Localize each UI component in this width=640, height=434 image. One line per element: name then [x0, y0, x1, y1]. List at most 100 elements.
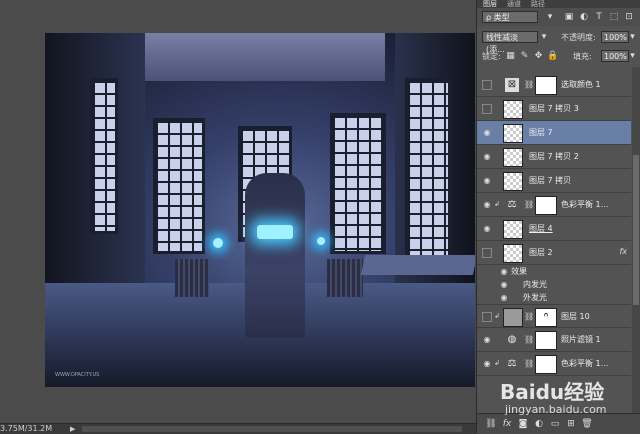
link-icon: ⛓ — [524, 359, 535, 368]
visibility-toggle[interactable] — [482, 312, 492, 322]
layer-mask-thumbnail[interactable] — [535, 331, 557, 350]
layer-row[interactable]: ⊠ ⛓ 选取颜色 1 — [477, 73, 631, 97]
window-far-left — [90, 78, 118, 234]
layer-row-selected[interactable]: ◉ 图层 7 — [477, 121, 631, 145]
layer-row[interactable]: ↲ ⛓ ᐢ 图层 10 — [477, 304, 631, 328]
layer-thumbnail[interactable] — [503, 124, 523, 143]
layer-thumbnail[interactable] — [503, 148, 523, 167]
lock-transparent-icon[interactable]: ▦ — [505, 51, 516, 62]
layer-name[interactable]: 图层 7 拷贝 2 — [529, 151, 579, 162]
curve-mask-thumbnail[interactable]: ᐢ — [535, 308, 557, 327]
layer-name[interactable]: 照片滤镜 1 — [561, 334, 601, 345]
status-bar: 3.75M/31.2M ▶ — [0, 423, 476, 434]
photo-filter-icon: ◍ — [507, 334, 517, 345]
layer-thumbnail[interactable] — [503, 100, 523, 119]
layer-name[interactable]: 图层 7 拷贝 — [529, 175, 571, 186]
layer-thumbnail[interactable] — [503, 308, 523, 327]
blend-mode-select[interactable]: 线性减淡 (添... — [482, 31, 538, 54]
lock-row: 锁定: ▦ ✎ ✥ 🔒 填充: 100% ▾ — [477, 47, 640, 65]
effect-item[interactable]: ◉ 外发光 — [477, 291, 631, 304]
layer-thumbnail[interactable] — [503, 244, 523, 263]
chevron-down-icon[interactable]: ▾ — [544, 11, 556, 23]
add-style-icon[interactable]: fx — [501, 418, 513, 430]
fill-input[interactable]: 100% — [601, 50, 629, 62]
visibility-toggle[interactable] — [482, 80, 492, 90]
chevron-down-icon[interactable]: ▾ — [538, 31, 550, 43]
layer-name[interactable]: 色彩平衡 1... — [561, 199, 608, 210]
smart-object-filter-icon[interactable]: ⊡ — [623, 11, 635, 23]
eye-icon[interactable]: ◉ — [482, 152, 492, 162]
layer-row[interactable]: 图层 7 拷贝 3 — [477, 97, 631, 121]
layers-scrollbar[interactable] — [632, 67, 640, 413]
layer-name[interactable]: 选取颜色 1 — [561, 79, 601, 90]
layer-row[interactable]: ◉ ↲ ⚖ ⛓ 色彩平衡 1... — [477, 352, 631, 376]
shape-filter-icon[interactable]: ⬚ — [608, 11, 620, 23]
eye-icon[interactable]: ◉ — [482, 176, 492, 186]
new-group-icon[interactable]: ▭ — [549, 418, 561, 430]
layer-name[interactable]: 图层 7 拷贝 3 — [529, 103, 579, 114]
left-hand-glow — [213, 238, 223, 248]
eye-icon[interactable]: ◉ — [482, 359, 492, 369]
layer-mask-thumbnail[interactable] — [535, 355, 557, 374]
artwork-image[interactable]: WWW.OPACITY.US — [45, 33, 475, 387]
effect-name: 外发光 — [523, 293, 547, 302]
pixel-filter-icon[interactable]: ▣ — [563, 11, 575, 23]
layer-name[interactable]: 图层 7 — [529, 127, 553, 138]
layer-row[interactable]: ◉ 图层 7 拷贝 — [477, 169, 631, 193]
layer-thumbnail[interactable] — [503, 172, 523, 191]
effects-group[interactable]: ◉ 效果 — [477, 265, 631, 278]
visibility-toggle[interactable] — [482, 248, 492, 258]
lock-all-icon[interactable]: 🔒 — [547, 51, 558, 62]
lock-move-icon[interactable]: ✥ — [533, 51, 544, 62]
link-icon: ⛓ — [524, 312, 535, 321]
link-layers-icon[interactable]: ⛓ — [485, 418, 497, 430]
hooded-figure — [245, 173, 305, 338]
effects-label: 效果 — [511, 267, 527, 276]
horizontal-scrollbar[interactable] — [82, 426, 462, 432]
window-left — [153, 118, 205, 254]
layer-name[interactable]: 图层 2 — [529, 247, 553, 258]
eye-icon[interactable]: ◉ — [499, 267, 509, 277]
fx-icon[interactable]: fx — [619, 247, 627, 256]
new-layer-icon[interactable]: ⊞ — [565, 418, 577, 430]
eye-icon[interactable]: ◉ — [482, 335, 492, 345]
effect-item[interactable]: ◉ 内发光 — [477, 278, 631, 291]
adjustment-filter-icon[interactable]: ◐ — [578, 11, 590, 23]
effect-name: 内发光 — [523, 280, 547, 289]
filter-row: ρ 类型 ▾ ▣ ◐ T ⬚ ⊡ — [477, 8, 640, 26]
layer-name[interactable]: 色彩平衡 1... — [561, 358, 608, 369]
link-icon: ⛓ — [524, 335, 535, 344]
visibility-toggle[interactable] — [482, 104, 492, 114]
layer-mask-thumbnail[interactable] — [535, 196, 557, 215]
clipping-arrow-icon: ↲ — [494, 359, 500, 367]
scrollbar-thumb[interactable] — [633, 155, 639, 305]
link-icon: ⛓ — [524, 200, 535, 209]
layer-row[interactable]: ◉ 图层 4 — [477, 217, 631, 241]
chevron-down-icon[interactable]: ▾ — [628, 31, 637, 43]
layer-row[interactable]: ◉ ◍ ⛓ 照片滤镜 1 — [477, 328, 631, 352]
panel-tabs: 图层 通道 路径 — [477, 0, 640, 8]
chevron-down-icon[interactable]: ▾ — [628, 50, 637, 62]
delete-layer-icon[interactable]: 🗑 — [581, 418, 593, 430]
add-mask-icon[interactable]: ◙ — [517, 418, 529, 430]
layer-row[interactable]: 图层 2 fx — [477, 241, 631, 265]
lock-brush-icon[interactable]: ✎ — [519, 51, 530, 62]
layer-name[interactable]: 图层 10 — [561, 311, 590, 322]
layer-mask-thumbnail[interactable] — [535, 76, 557, 95]
new-adjustment-icon[interactable]: ◐ — [533, 418, 545, 430]
opacity-input[interactable]: 100% — [601, 31, 629, 43]
layer-row[interactable]: ◉ 图层 7 拷贝 2 — [477, 145, 631, 169]
type-filter-icon[interactable]: T — [593, 11, 605, 23]
eye-icon[interactable]: ◉ — [482, 128, 492, 138]
eye-icon[interactable]: ◉ — [482, 200, 492, 210]
document-canvas-area[interactable]: WWW.OPACITY.US — [0, 0, 476, 423]
eye-icon[interactable]: ◉ — [499, 293, 509, 303]
eye-icon[interactable]: ◉ — [482, 224, 492, 234]
layer-row[interactable]: ◉ ↲ ⚖ ⛓ 色彩平衡 1... — [477, 193, 631, 217]
filter-kind-select[interactable]: ρ 类型 — [482, 11, 538, 23]
layer-name[interactable]: 图层 4 — [529, 223, 553, 234]
radiator-left — [175, 259, 209, 297]
color-balance-icon: ⚖ — [507, 199, 517, 210]
layer-thumbnail[interactable] — [503, 220, 523, 239]
eye-icon[interactable]: ◉ — [499, 280, 509, 290]
